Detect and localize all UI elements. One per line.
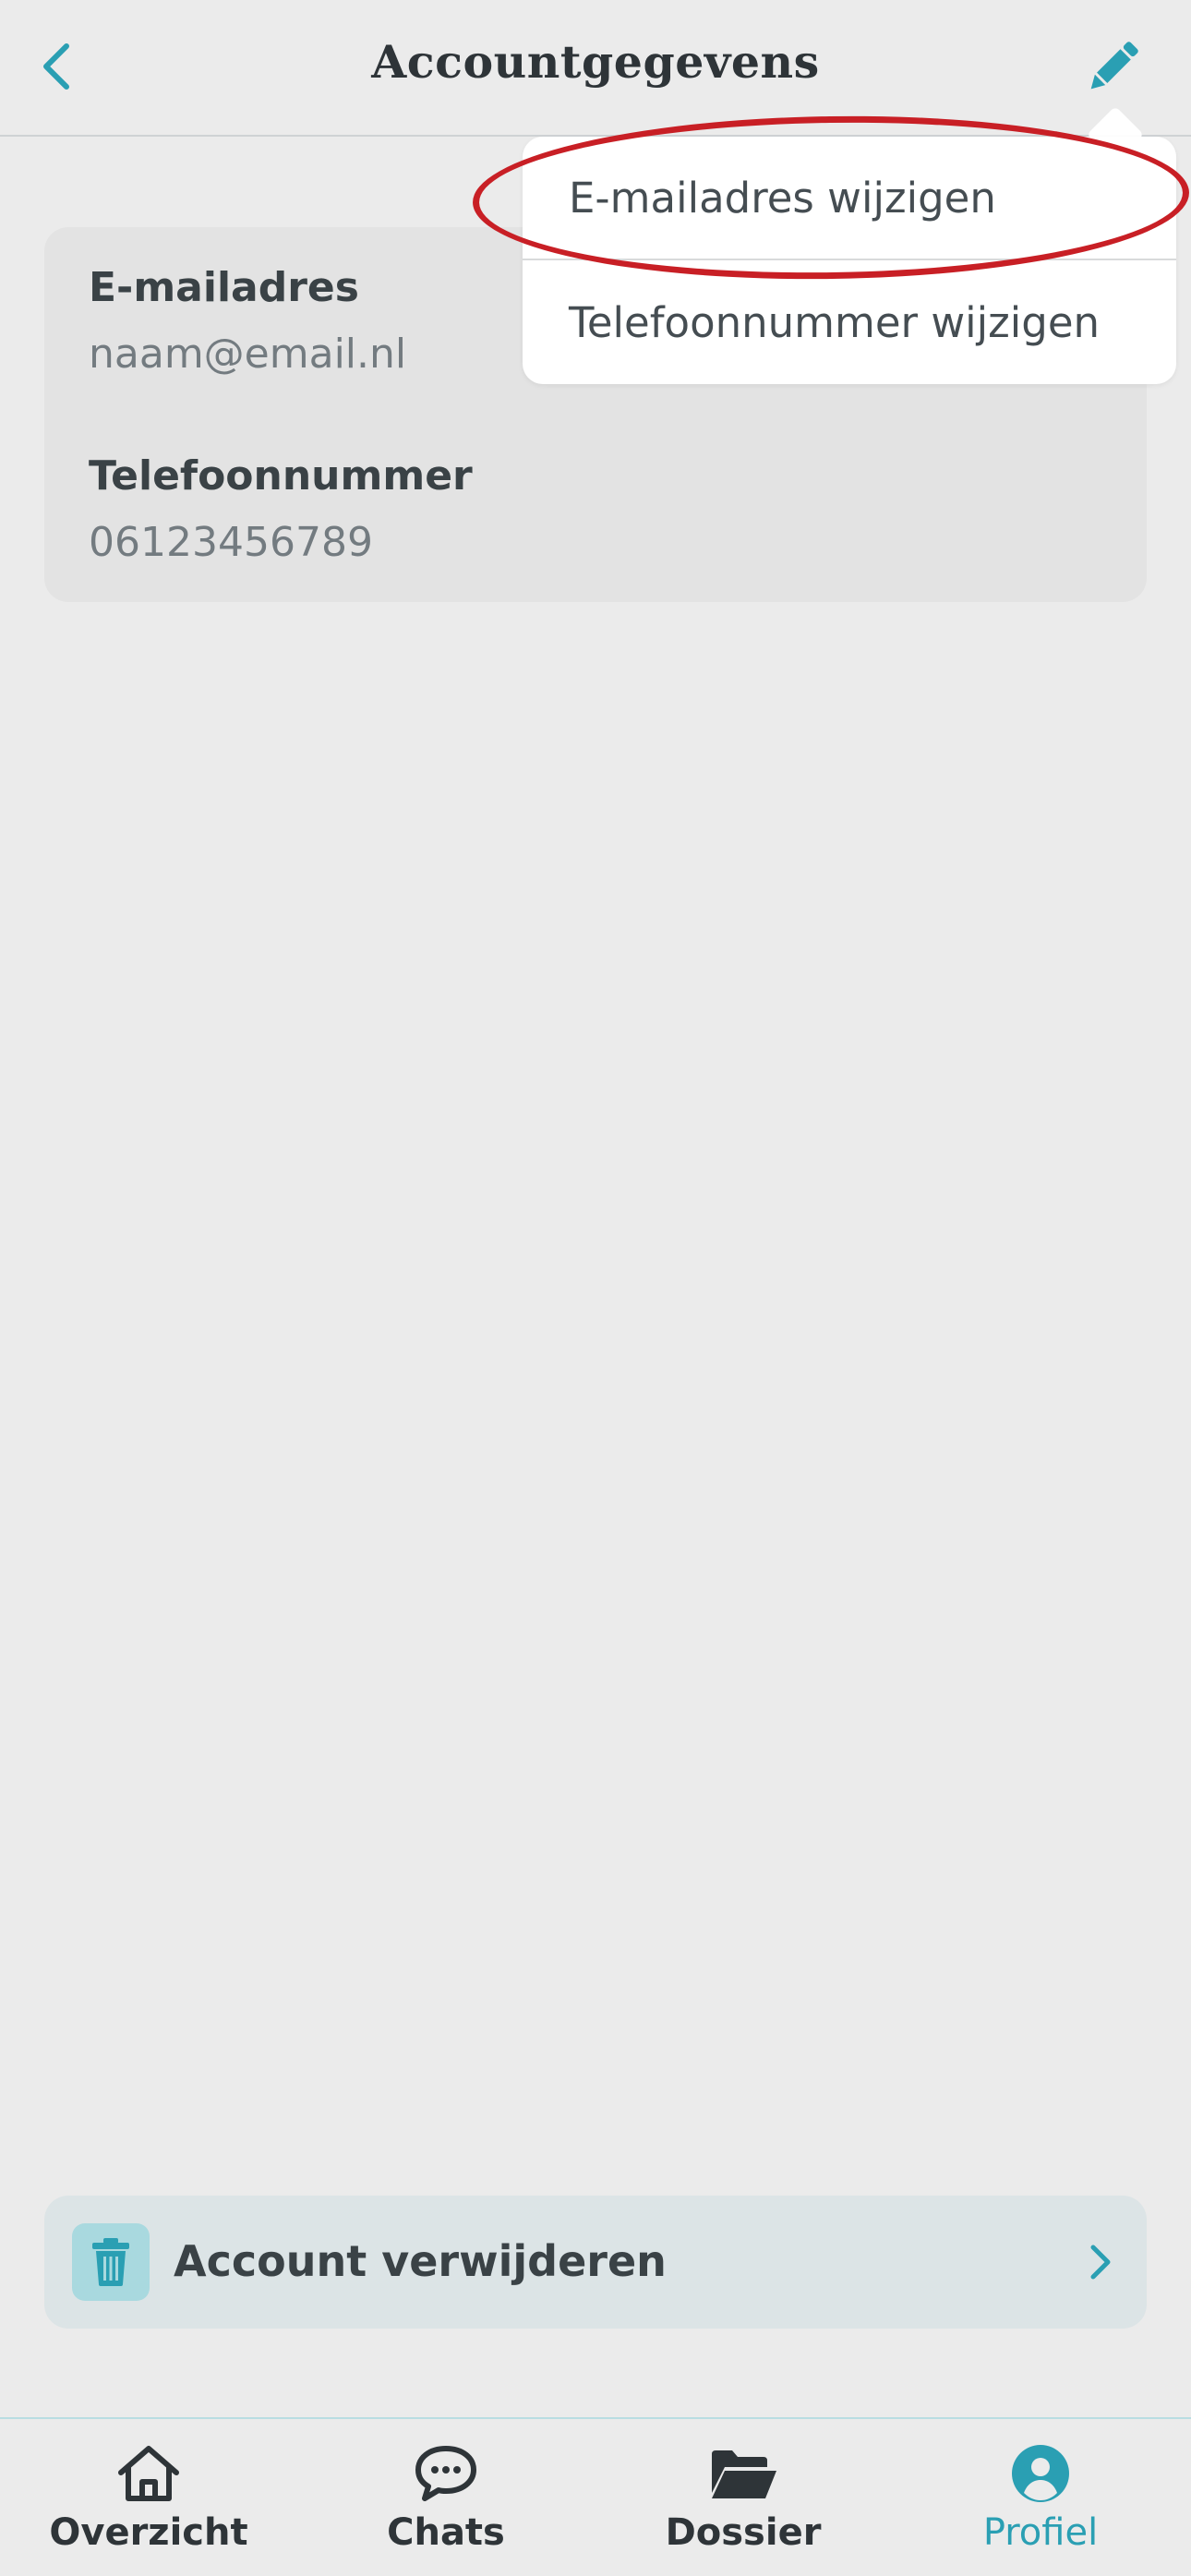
email-value: naam@email.nl (89, 331, 407, 378)
nav-profiel[interactable]: Profiel (892, 2419, 1189, 2576)
nav-label-dossier: Dossier (665, 2511, 822, 2554)
home-icon (118, 2446, 179, 2501)
nav-overzicht[interactable]: Overzicht (0, 2419, 297, 2576)
profile-icon (1012, 2445, 1069, 2502)
folder-icon (712, 2450, 776, 2498)
chevron-right-icon (1090, 2245, 1111, 2280)
delete-account-button[interactable]: Account verwijderen (44, 2196, 1147, 2329)
menu-item-change-email[interactable]: E-mailadres wijzigen (523, 137, 1176, 260)
menu-item-change-phone[interactable]: Telefoonnummer wijzigen (523, 260, 1176, 384)
app-header: Accountgegevens (0, 0, 1191, 137)
edit-dropdown-menu: E-mailadres wijzigen Telefoonnummer wijz… (523, 137, 1176, 384)
chat-icon (415, 2446, 476, 2501)
nav-chats[interactable]: Chats (297, 2419, 595, 2576)
edit-button[interactable] (1078, 33, 1147, 102)
pencil-icon (1090, 42, 1138, 90)
trash-icon-container (72, 2223, 150, 2301)
trash-icon (92, 2238, 129, 2286)
nav-label-chats: Chats (387, 2511, 505, 2554)
phone-value: 06123456789 (89, 519, 373, 566)
account-details-screen: Accountgegevens E-mailadres naam@email.n… (0, 0, 1191, 2576)
bottom-navigation: Overzicht Chats Dossier Profiel (0, 2417, 1191, 2576)
nav-dossier[interactable]: Dossier (595, 2419, 892, 2576)
nav-label-overzicht: Overzicht (49, 2511, 248, 2554)
delete-account-label: Account verwijderen (174, 2236, 667, 2286)
email-label: E-mailadres (89, 264, 359, 311)
page-title: Accountgegevens (371, 35, 820, 89)
nav-label-profiel: Profiel (982, 2511, 1099, 2554)
phone-label: Telefoonnummer (89, 452, 473, 500)
